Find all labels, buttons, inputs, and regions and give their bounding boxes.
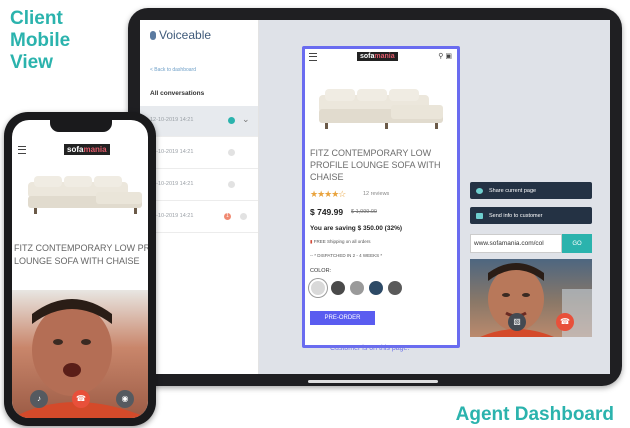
sofa-image xyxy=(28,176,142,214)
sofamania-logo: sofamania xyxy=(64,144,110,155)
logo-part: mania xyxy=(83,145,107,154)
logo-part: sofa xyxy=(360,53,375,60)
reviews-count[interactable]: 12 reviews xyxy=(363,191,389,197)
conversation-row[interactable]: 12-10-2019 14:21 ⌄ xyxy=(140,106,258,137)
client-mobile-view-caption: Client Mobile View xyxy=(10,8,70,74)
mail-icon xyxy=(476,212,483,219)
menu-icon[interactable] xyxy=(18,146,26,154)
status-dot-icon xyxy=(240,213,247,220)
brand-logo: Voiceable xyxy=(150,28,211,42)
chevron-down-icon[interactable]: ⌄ xyxy=(242,114,250,125)
color-swatch[interactable] xyxy=(331,281,345,295)
dispatch-label: * DISPATCHED IN 2 - 4 WEEKS * xyxy=(314,253,383,258)
conversation-time: 12-10-2019 14:21 xyxy=(150,117,194,123)
logo-part: mania xyxy=(374,53,395,60)
product-title: FITZ CONTEMPORARY LOW PROFILE LOUNGE SOF… xyxy=(310,148,441,182)
color-swatch[interactable] xyxy=(350,281,364,295)
search-icon[interactable]: ⚲ xyxy=(438,53,443,60)
person-face-image xyxy=(480,263,592,337)
shipping-label: FREE Shipping on all orders xyxy=(313,239,371,244)
share-page-label: Share current page xyxy=(489,187,537,194)
phone-device: sofamania FITZ CONTEMPORARY LOW PROFILE … xyxy=(4,112,156,426)
old-price: $ 1,099.00 xyxy=(351,209,377,215)
caption-line: View xyxy=(10,52,53,73)
microphone-icon xyxy=(150,30,156,40)
conversation-row[interactable]: 12-10-2019 14:21 xyxy=(140,138,258,169)
site-header: sofamania ⚲ ▣ xyxy=(305,49,457,65)
share-page-button[interactable]: Share current page xyxy=(470,182,592,199)
caption-line: Mobile xyxy=(10,30,71,51)
conversation-time: 12-10-2019 14:21 xyxy=(150,213,194,219)
sofamania-logo: sofamania xyxy=(357,52,398,61)
color-swatch[interactable] xyxy=(388,281,402,295)
url-input[interactable] xyxy=(470,234,562,253)
status-dot-icon xyxy=(228,117,235,124)
logo-part: sofa xyxy=(67,145,84,154)
camera-off-icon[interactable]: ▧ xyxy=(508,313,526,331)
rating-stars: ★★★★☆ xyxy=(310,189,346,199)
mute-mic-icon[interactable]: ♪ xyxy=(30,390,48,408)
home-indicator xyxy=(308,380,438,383)
brand-name: Voiceable xyxy=(159,28,212,42)
tablet-screen: Voiceable < Back to dashboard All conver… xyxy=(140,20,610,374)
caption-line: Client xyxy=(10,8,63,29)
header-icons: ⚲ ▣ xyxy=(438,52,452,60)
customer-page-preview: sofamania ⚲ ▣ FITZ CONTEMPORARY LOW PROF… xyxy=(302,46,460,348)
saving-text: You are saving $ 350.00 (32%) xyxy=(310,225,403,232)
go-button[interactable]: GO xyxy=(562,234,592,253)
conversation-time: 12-10-2019 14:21 xyxy=(150,181,194,187)
agent-dashboard-caption: Agent Dashboard xyxy=(455,404,614,425)
phone-screen: sofamania FITZ CONTEMPORARY LOW PROFILE … xyxy=(12,120,148,418)
color-label: COLOR: xyxy=(310,268,332,274)
agent-video-feed: ♪ ☎ ◉ xyxy=(12,290,148,418)
tablet-device: Voiceable < Back to dashboard All conver… xyxy=(128,8,622,386)
end-call-icon[interactable]: ☎ xyxy=(556,313,574,331)
send-info-label: Send info to customer xyxy=(489,212,543,219)
product-price: $ 749.99 xyxy=(310,207,344,217)
sofa-image xyxy=(319,89,443,129)
shipping-text: ▮ FREE Shipping on all orders xyxy=(310,239,371,245)
customer-video-feed: ▧ ☎ xyxy=(470,259,592,337)
phone-notch xyxy=(50,120,112,132)
conversation-time: 12-10-2019 14:21 xyxy=(150,149,194,155)
color-swatch[interactable] xyxy=(311,281,325,295)
truck-icon: ▮ xyxy=(310,239,313,244)
conversations-sidebar: Voiceable < Back to dashboard All conver… xyxy=(140,20,259,374)
cart-icon[interactable]: ▣ xyxy=(445,53,452,60)
back-to-dashboard-link[interactable]: < Back to dashboard xyxy=(150,67,196,73)
dispatch-text: -- * DISPATCHED IN 2 - 4 WEEKS * xyxy=(310,253,383,258)
conversations-heading: All conversations xyxy=(150,90,205,97)
unread-badge: 1 xyxy=(224,213,231,220)
pre-order-button[interactable]: PRE-ORDER xyxy=(310,311,375,325)
conversation-row[interactable]: 12-10-2019 14:21 xyxy=(140,170,258,201)
status-dot-icon xyxy=(228,181,235,188)
conversation-row[interactable]: 12-10-2019 14:21 1 xyxy=(140,202,258,233)
camera-icon[interactable]: ◉ xyxy=(116,390,134,408)
customer-status-text: Customer is on this page. xyxy=(330,345,410,352)
heart-icon xyxy=(476,187,483,194)
color-swatch[interactable] xyxy=(369,281,383,295)
menu-icon[interactable] xyxy=(309,53,317,61)
end-call-icon[interactable]: ☎ xyxy=(72,390,90,408)
status-dot-icon xyxy=(228,149,235,156)
product-title: FITZ CONTEMPORARY LOW PROFILE LOUNGE SOF… xyxy=(14,243,148,266)
send-info-button[interactable]: Send info to customer xyxy=(470,207,592,224)
